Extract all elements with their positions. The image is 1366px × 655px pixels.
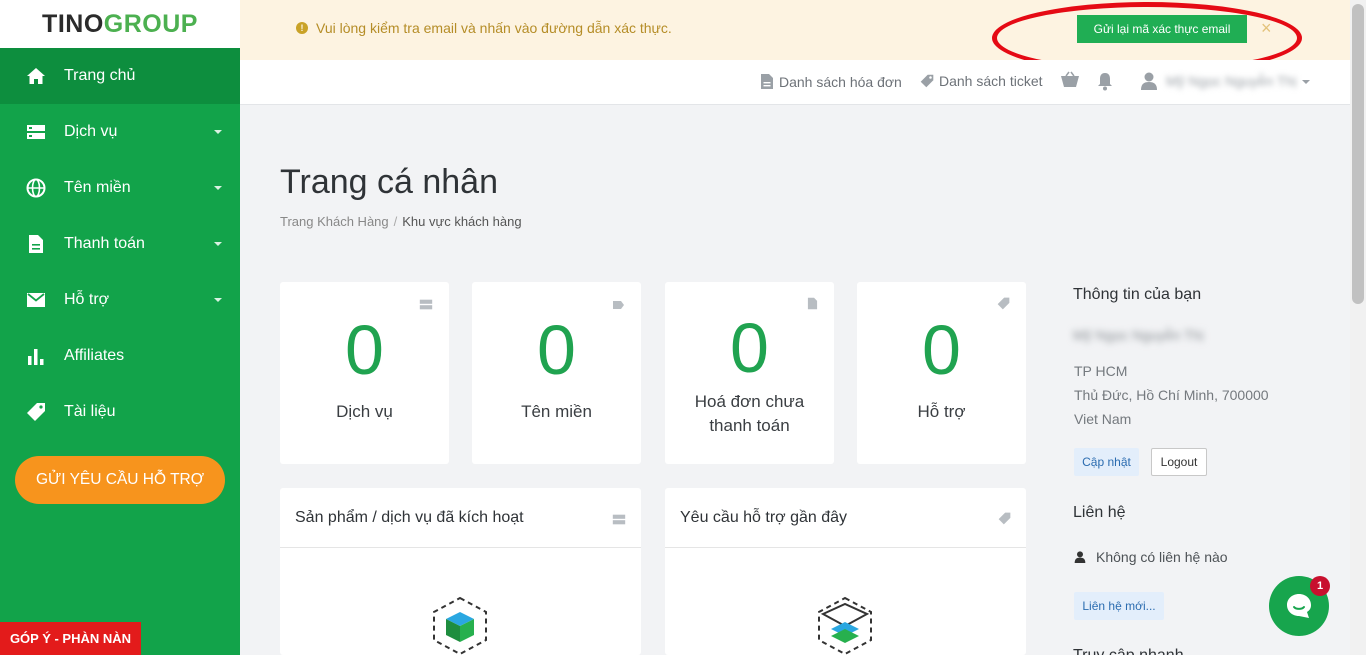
panel-title: Sản phẩm / dịch vụ đã kích hoạt	[295, 508, 524, 526]
breadcrumb-link-client-area[interactable]: Trang Khách Hàng	[280, 214, 389, 229]
stat-value: 0	[537, 311, 576, 389]
chevron-down-icon[interactable]	[1302, 80, 1310, 84]
profile-country: Viet Nam	[1074, 411, 1132, 427]
chevron-down-icon	[214, 242, 222, 246]
quick-access-heading: Truy cập nhanh	[1073, 647, 1184, 655]
stat-value: 0	[345, 311, 384, 389]
sidebar-item-affiliates[interactable]: Affiliates	[0, 328, 240, 384]
sidebar-item-services[interactable]: Dịch vụ	[0, 104, 240, 160]
invoice-list-link[interactable]: Danh sách hóa đơn	[760, 73, 902, 90]
user-icon	[1074, 551, 1086, 563]
sidebar: TINOGROUP Trang chủ Dịch vụ Tên miền Tha…	[0, 0, 240, 655]
document-icon	[761, 74, 773, 89]
bell-icon[interactable]	[1096, 71, 1114, 96]
submit-support-request-button[interactable]: GỬI YÊU CẦU HỖ TRỢ	[15, 456, 225, 504]
logout-button[interactable]: Logout	[1151, 448, 1207, 476]
sidebar-item-docs[interactable]: Tài liệu	[0, 384, 240, 440]
profile-city: TP HCM	[1074, 363, 1128, 379]
stat-label: Dịch vụ	[336, 402, 393, 421]
profile-heading: Thông tin của bạn	[1073, 286, 1202, 303]
stat-card-support[interactable]: 0 Hỗ trợ	[857, 282, 1026, 464]
sidebar-item-label: Trang chủ	[64, 67, 136, 84]
stat-label-line1: Hoá đơn chưa	[694, 392, 805, 411]
stat-value: 0	[922, 311, 961, 389]
empty-box-illustration	[430, 596, 490, 655]
panel-title: Yêu cầu hỗ trợ gần đây	[680, 508, 848, 526]
stat-label: Hoá đơn chưa thanh toán	[665, 390, 834, 438]
chat-bubble-icon	[1287, 594, 1311, 618]
stat-label-line2: thanh toán	[709, 416, 790, 435]
bar-chart-icon	[24, 344, 48, 368]
breadcrumb-current: Khu vực khách hàng	[402, 214, 522, 229]
chevron-down-icon	[214, 130, 222, 134]
close-icon[interactable]: ×	[1261, 18, 1272, 39]
verification-alert: ! Vui lòng kiểm tra email và nhấn vào đư…	[240, 0, 1350, 60]
sidebar-item-label: Dịch vụ	[64, 123, 118, 140]
sidebar-item-domains[interactable]: Tên miền	[0, 160, 240, 216]
panel-header: Yêu cầu hỗ trợ gần đây	[665, 488, 1026, 548]
user-icon[interactable]	[1140, 71, 1158, 96]
globe-icon	[24, 176, 48, 200]
server-icon	[24, 120, 48, 144]
sidebar-item-label: Thanh toán	[64, 235, 145, 252]
stat-label: Tên miền	[521, 402, 592, 421]
sidebar-item-support[interactable]: Hỗ trợ	[0, 272, 240, 328]
sidebar-item-billing[interactable]: Thanh toán	[0, 216, 240, 272]
stat-card-services[interactable]: 0 Dịch vụ	[280, 282, 449, 464]
invoice-list-label: Danh sách hóa đơn	[779, 73, 902, 90]
server-icon	[612, 512, 626, 530]
scrollbar-thumb[interactable]	[1352, 4, 1364, 304]
tag-icon	[920, 74, 934, 88]
chat-notification-badge: 1	[1310, 576, 1330, 596]
chevron-down-icon	[214, 298, 222, 302]
alert-message: Vui lòng kiểm tra email và nhấn vào đườn…	[316, 20, 672, 36]
stat-value: 0	[730, 309, 769, 387]
stat-label: Hỗ trợ	[917, 402, 966, 421]
logo[interactable]: TINOGROUP	[0, 0, 240, 48]
sidebar-item-home[interactable]: Trang chủ	[0, 48, 240, 104]
recent-tickets-panel: Yêu cầu hỗ trợ gần đây	[665, 488, 1026, 655]
sidebar-item-label: Tài liệu	[64, 403, 116, 420]
panel-header: Sản phẩm / dịch vụ đã kích hoạt	[280, 488, 641, 548]
user-name[interactable]: Mỹ Ngọc Nguyễn Thị	[1166, 73, 1296, 89]
home-icon	[24, 64, 48, 88]
breadcrumb: Trang Khách Hàng / Khu vực khách hàng	[280, 214, 522, 229]
new-contact-button[interactable]: Liên hệ mới...	[1074, 592, 1164, 620]
ticket-list-link[interactable]: Danh sách ticket	[920, 73, 1043, 89]
logo-text-part1: TINO	[42, 9, 104, 38]
info-icon: !	[296, 22, 308, 34]
tag-icon	[24, 400, 48, 424]
logo-text-part2: GROUP	[103, 9, 198, 38]
tag-icon	[998, 512, 1011, 530]
update-profile-button[interactable]: Cập nhật	[1074, 448, 1139, 476]
sidebar-item-label: Affiliates	[64, 347, 125, 364]
chevron-down-icon	[214, 186, 222, 190]
page-title: Trang cá nhân	[280, 163, 498, 201]
sidebar-item-label: Tên miền	[64, 179, 131, 196]
stat-card-domains[interactable]: 0 Tên miền	[472, 282, 641, 464]
profile-name: Mỹ Ngọc Nguyễn Thị	[1073, 327, 1204, 343]
cart-icon[interactable]	[1060, 71, 1080, 96]
mail-icon	[24, 288, 48, 312]
sidebar-item-label: Hỗ trợ	[64, 291, 110, 308]
contacts-heading: Liên hệ	[1073, 504, 1126, 521]
feedback-button[interactable]: GÓP Ý - PHÀN NÀN	[0, 622, 141, 655]
no-contacts-text: Không có liên hệ nào	[1096, 549, 1228, 565]
empty-mailbox-illustration	[815, 596, 875, 655]
active-services-panel: Sản phẩm / dịch vụ đã kích hoạt	[280, 488, 641, 655]
top-navigation: Danh sách hóa đơn Danh sách ticket Mỹ Ng…	[240, 60, 1350, 105]
document-icon	[24, 232, 48, 256]
stat-card-unpaid-invoices[interactable]: 0 Hoá đơn chưa thanh toán	[665, 282, 834, 464]
resend-verification-email-button[interactable]: Gửi lại mã xác thực email	[1077, 15, 1247, 43]
ticket-list-label: Danh sách ticket	[939, 73, 1043, 89]
profile-address: Thủ Đức, Hồ Chí Minh, 700000	[1074, 387, 1269, 403]
no-contacts-message: Không có liên hệ nào	[1074, 549, 1228, 565]
